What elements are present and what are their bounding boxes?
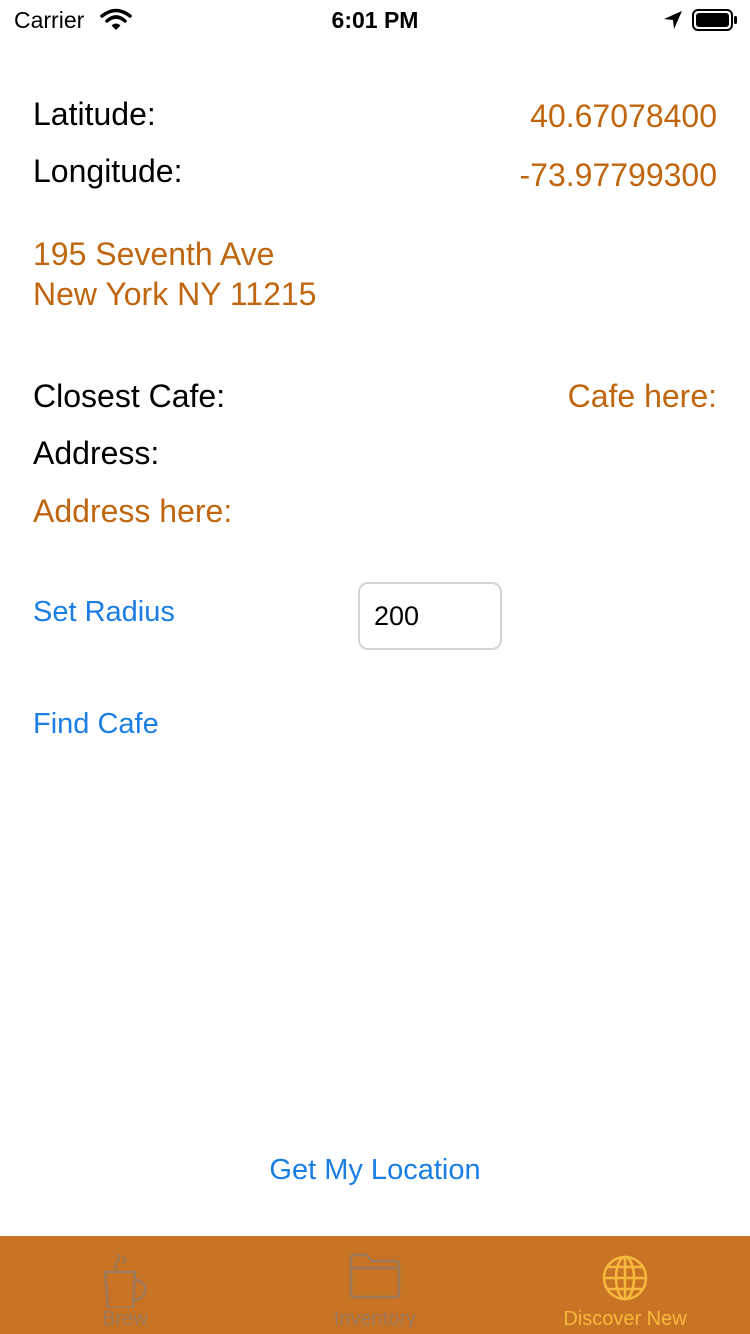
get-my-location-button[interactable]: Get My Location — [0, 1154, 750, 1187]
latitude-value: 40.67078400 — [530, 98, 717, 134]
cafe-address-value: Address here: — [33, 493, 233, 529]
longitude-label: Longitude: — [33, 153, 183, 189]
battery-icon — [692, 9, 737, 31]
tab-brew[interactable]: Brew — [0, 1236, 250, 1334]
location-arrow-icon — [664, 11, 682, 29]
tab-bar: Brew Inventory Discover New — [0, 1236, 750, 1334]
globe-icon — [602, 1255, 648, 1301]
tab-discover-new[interactable]: Discover New — [500, 1236, 750, 1334]
radius-input[interactable] — [358, 582, 502, 650]
tab-label-inventory: Inventory — [333, 1308, 417, 1330]
status-bar: Carrier 6:01 PM — [0, 0, 750, 40]
address-line-2: New York NY 11215 — [33, 276, 317, 312]
longitude-value: -73.97799300 — [519, 157, 717, 193]
latitude-label: Latitude: — [33, 96, 156, 132]
set-radius-button[interactable]: Set Radius — [33, 596, 175, 629]
closest-cafe-label: Closest Cafe: — [33, 378, 226, 414]
folder-icon — [349, 1253, 401, 1299]
tab-label-discover-new: Discover New — [563, 1308, 687, 1330]
tab-label-brew: Brew — [102, 1308, 148, 1330]
find-cafe-button[interactable]: Find Cafe — [33, 708, 159, 741]
tab-inventory[interactable]: Inventory — [250, 1236, 500, 1334]
status-time: 6:01 PM — [331, 7, 419, 33]
closest-cafe-value: Cafe here: — [567, 378, 717, 414]
coffee-cup-icon — [103, 1253, 147, 1308]
address-line-1: 195 Seventh Ave — [33, 236, 275, 272]
cafe-address-label: Address: — [33, 435, 160, 471]
